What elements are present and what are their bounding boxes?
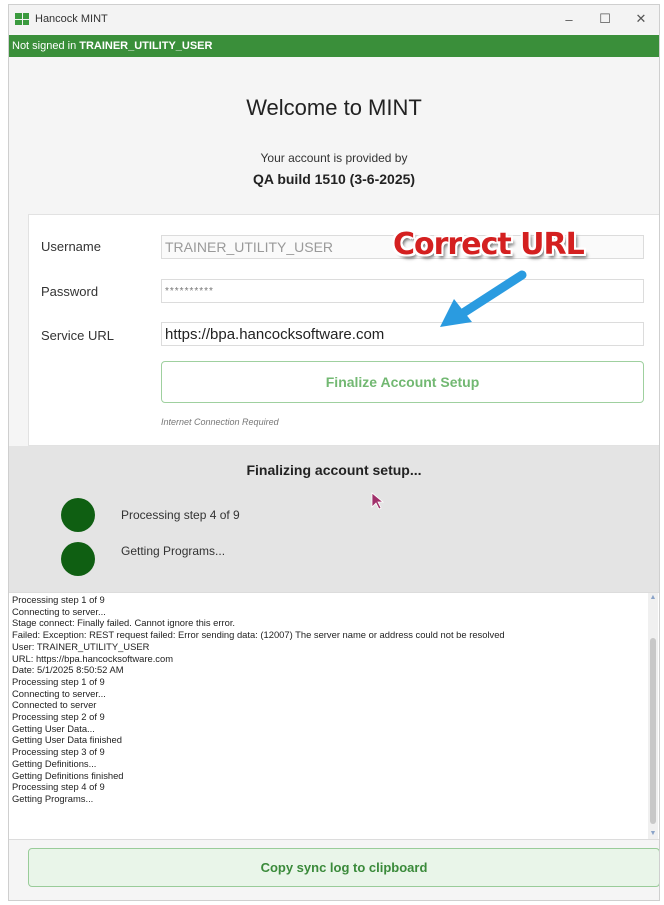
log-scrollbar[interactable]: ▲ ▼ — [648, 593, 658, 839]
annotation-label: Correct URL — [393, 227, 585, 262]
log-line: Failed: Exception: REST request failed: … — [12, 629, 505, 641]
app-logo-icon — [15, 13, 29, 25]
log-line: Processing step 1 of 9 — [12, 594, 105, 605]
finalize-account-setup-button[interactable]: Finalize Account Setup — [161, 361, 644, 403]
mouse-cursor-icon — [371, 492, 385, 510]
window-controls: – ☐ ✕ — [551, 5, 659, 33]
provider-caption: Your account is provided by — [260, 151, 408, 165]
password-label: Password — [41, 284, 99, 299]
minimize-button[interactable]: – — [551, 5, 587, 33]
log-line: URL: https://bpa.hancocksoftware.com — [12, 652, 174, 664]
window-title: Hancock MINT — [35, 13, 108, 25]
log-line: Processing step 3 of 9 — [12, 746, 105, 758]
signed-user-name: TRAINER_UTILITY_USER — [79, 40, 213, 52]
service-url-label: Service URL — [41, 328, 114, 343]
log-line: Date: 5/1/2025 8:50:52 AM — [12, 664, 124, 676]
title-bar: Hancock MINT – ☐ ✕ — [9, 5, 659, 33]
scroll-up-icon[interactable]: ▲ — [648, 593, 658, 603]
app-window: Hancock MINT – ☐ ✕ Not signed in TRAINER… — [8, 4, 660, 901]
log-line: Getting User Data... — [12, 722, 95, 734]
copy-sync-log-button[interactable]: Copy sync log to clipboard — [28, 848, 659, 887]
progress-title: Finalizing account setup... — [246, 462, 422, 478]
log-line: Getting User Data finished — [12, 734, 122, 746]
log-line: Processing step 1 of 9 — [12, 675, 105, 687]
sync-log[interactable]: Processing step 1 of 9 Connecting to serv… — [9, 592, 659, 840]
scroll-thumb[interactable] — [650, 638, 656, 824]
log-line: Getting Definitions... — [12, 757, 97, 769]
scroll-down-icon[interactable]: ▼ — [648, 829, 658, 839]
password-field[interactable] — [161, 279, 644, 303]
page-title: Welcome to MINT — [246, 95, 422, 120]
build-name: QA build 1510 (3-6-2025) — [252, 171, 416, 187]
log-line: Connecting to server... — [12, 687, 106, 699]
annotation-arrow-icon — [440, 270, 527, 327]
username-label: Username — [41, 239, 101, 254]
sign-in-status-bar: Not signed in TRAINER_UTILITY_USER — [9, 35, 659, 57]
log-line: Connected to server — [12, 699, 97, 711]
log-line: Getting Programs... — [12, 792, 94, 804]
step-indicator-icon — [61, 498, 95, 532]
service-url-field[interactable] — [161, 322, 644, 346]
action-status-text: Getting Programs... — [121, 544, 226, 558]
progress-panel: Finalizing account setup... Processing s… — [9, 446, 659, 592]
maximize-button[interactable]: ☐ — [587, 5, 623, 33]
log-line: Stage connect: Finally failed. Cannot ig… — [12, 617, 236, 629]
action-indicator-icon — [61, 542, 95, 576]
sign-in-status-text: Not signed in — [12, 40, 77, 52]
log-line: Getting Definitions finished — [12, 769, 124, 781]
log-line: Processing step 4 of 9 — [12, 781, 105, 793]
close-button[interactable]: ✕ — [623, 5, 659, 33]
connection-hint: Internet Connection Required — [161, 417, 279, 427]
log-line: Processing step 2 of 9 — [12, 711, 105, 723]
step-status-text: Processing step 4 of 9 — [121, 508, 240, 522]
log-line: Connecting to server... — [12, 605, 106, 617]
sync-log-lines: Processing step 1 of 9 Connecting to serv… — [12, 594, 640, 805]
log-line: User: TRAINER_UTILITY_USER — [12, 640, 150, 652]
